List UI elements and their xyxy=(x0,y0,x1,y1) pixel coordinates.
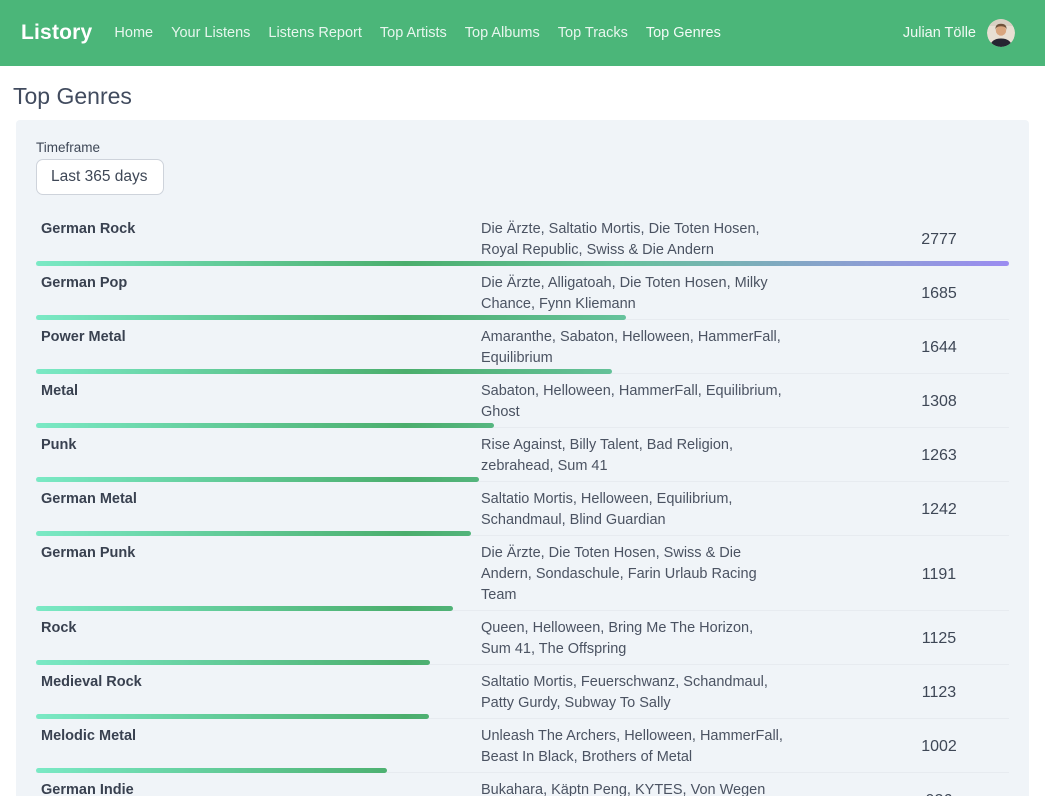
nav-item-top-tracks[interactable]: Top Tracks xyxy=(558,25,628,41)
genre-row: Melodic MetalUnleash The Archers, Hellow… xyxy=(36,719,1009,773)
genre-count: 1308 xyxy=(869,393,1009,411)
genre-progress-bar xyxy=(36,261,1009,266)
page-title: Top Genres xyxy=(13,83,1029,110)
genre-row: PunkRise Against, Billy Talent, Bad Reli… xyxy=(36,428,1009,482)
genre-artists: Unleash The Archers, Helloween, HammerFa… xyxy=(481,726,786,768)
main-nav: Home Your Listens Listens Report Top Artist… xyxy=(114,25,902,41)
genre-count: 1263 xyxy=(869,447,1009,465)
genre-count: 926 xyxy=(869,792,1009,796)
genre-artists: Queen, Helloween, Bring Me The Horizon, … xyxy=(481,618,786,660)
genre-name: Melodic Metal xyxy=(36,726,481,768)
genre-progress-bar xyxy=(36,660,430,665)
nav-item-listens-report[interactable]: Listens Report xyxy=(268,25,362,41)
genre-name: Rock xyxy=(36,618,481,660)
genre-name: German Pop xyxy=(36,273,481,315)
genre-artists: Die Ärzte, Alligatoah, Die Toten Hosen, … xyxy=(481,273,786,315)
genre-name: Punk xyxy=(36,435,481,477)
genre-progress-bar xyxy=(36,531,471,536)
user-avatar-icon[interactable] xyxy=(987,19,1015,47)
genre-progress-bar xyxy=(36,477,479,482)
genre-progress-bar xyxy=(36,369,612,374)
navbar: Listory Home Your Listens Listens Report To… xyxy=(0,0,1045,66)
genre-row: German RockDie Ärzte, Saltatio Mortis, D… xyxy=(36,212,1009,266)
genre-name: German Rock xyxy=(36,219,481,261)
genre-artists: Sabaton, Helloween, HammerFall, Equilibr… xyxy=(481,381,786,423)
timeframe-select[interactable]: Last 365 days xyxy=(36,159,164,195)
nav-item-home[interactable]: Home xyxy=(114,25,153,41)
genre-row: German PunkDie Ärzte, Die Toten Hosen, S… xyxy=(36,536,1009,611)
genre-artists: Rise Against, Billy Talent, Bad Religion… xyxy=(481,435,786,477)
page-content: Top Genres Timeframe Last 365 days Germa… xyxy=(0,83,1045,796)
genre-artists: Die Ärzte, Die Toten Hosen, Swiss & Die … xyxy=(481,543,786,606)
genre-count: 1242 xyxy=(869,501,1009,519)
genre-row: Power MetalAmaranthe, Sabaton, Helloween… xyxy=(36,320,1009,374)
genre-row: German MetalSaltatio Mortis, Helloween, … xyxy=(36,482,1009,536)
genre-name: Metal xyxy=(36,381,481,423)
genre-row: German PopDie Ärzte, Alligatoah, Die Tot… xyxy=(36,266,1009,320)
genre-artists: Saltatio Mortis, Helloween, Equilibrium,… xyxy=(481,489,786,531)
genre-name: German Metal xyxy=(36,489,481,531)
user-name: Julian Tölle xyxy=(903,25,976,41)
genre-artists: Amaranthe, Sabaton, Helloween, HammerFal… xyxy=(481,327,786,369)
genre-progress-bar xyxy=(36,768,387,773)
genre-name: German Punk xyxy=(36,543,481,606)
genre-count: 2777 xyxy=(869,231,1009,249)
genre-row: RockQueen, Helloween, Bring Me The Horiz… xyxy=(36,611,1009,665)
genre-progress-bar xyxy=(36,714,429,719)
genre-artists: Bukahara, Käptn Peng, KYTES, Von Wegen L… xyxy=(481,780,786,796)
genre-progress-bar xyxy=(36,606,453,611)
timeframe-filter: Timeframe Last 365 days xyxy=(36,140,1009,195)
genre-progress-bar xyxy=(36,423,494,428)
genre-name: Medieval Rock xyxy=(36,672,481,714)
genre-count: 1123 xyxy=(869,684,1009,702)
nav-item-top-albums[interactable]: Top Albums xyxy=(465,25,540,41)
genre-count: 1644 xyxy=(869,339,1009,357)
genre-count: 1125 xyxy=(869,630,1009,648)
genres-card: Timeframe Last 365 days German RockDie Ä… xyxy=(16,120,1029,796)
genre-count: 1191 xyxy=(869,566,1009,584)
genre-count: 1002 xyxy=(869,738,1009,756)
app-brand[interactable]: Listory xyxy=(21,21,92,45)
genre-artists: Die Ärzte, Saltatio Mortis, Die Toten Ho… xyxy=(481,219,786,261)
nav-item-top-genres[interactable]: Top Genres xyxy=(646,25,721,41)
genres-table: German RockDie Ärzte, Saltatio Mortis, D… xyxy=(36,212,1009,796)
genre-name: Power Metal xyxy=(36,327,481,369)
genre-artists: Saltatio Mortis, Feuerschwanz, Schandmau… xyxy=(481,672,786,714)
genre-name: German Indie xyxy=(36,780,481,796)
genre-row: MetalSabaton, Helloween, HammerFall, Equ… xyxy=(36,374,1009,428)
nav-item-top-artists[interactable]: Top Artists xyxy=(380,25,447,41)
user-menu[interactable]: Julian Tölle xyxy=(903,19,1015,47)
genre-row: Medieval RockSaltatio Mortis, Feuerschwa… xyxy=(36,665,1009,719)
genre-progress-bar xyxy=(36,315,626,320)
nav-item-your-listens[interactable]: Your Listens xyxy=(171,25,250,41)
genre-count: 1685 xyxy=(869,285,1009,303)
genre-row: German IndieBukahara, Käptn Peng, KYTES,… xyxy=(36,773,1009,796)
timeframe-label: Timeframe xyxy=(36,140,1009,155)
